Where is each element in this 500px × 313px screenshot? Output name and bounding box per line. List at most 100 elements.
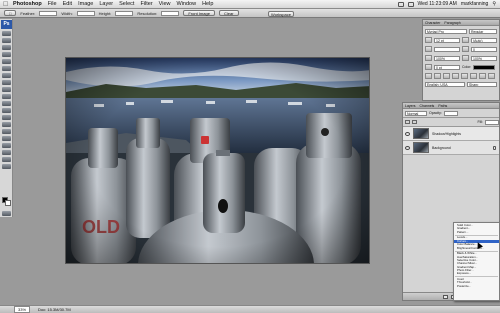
dodge-tool-icon[interactable] [2, 121, 11, 127]
healing-tool-icon[interactable] [2, 72, 11, 78]
battery-icon[interactable] [397, 1, 404, 7]
hand-tool-icon[interactable] [2, 156, 11, 162]
height-input[interactable] [115, 10, 134, 16]
opacity-input[interactable] [443, 110, 458, 116]
clone-stamp-tool-icon[interactable] [2, 86, 11, 92]
all-caps-icon[interactable] [443, 73, 450, 79]
font-family-select[interactable]: Myriad Pro [425, 29, 467, 34]
adjustment-layer-menu: Solid Color... Gradient... Pattern... Level… [453, 222, 500, 301]
faux-italic-icon[interactable] [434, 73, 441, 79]
history-brush-tool-icon[interactable] [2, 93, 11, 99]
anti-alias-select[interactable]: Sharp [467, 82, 497, 87]
text-color-swatch[interactable] [473, 64, 496, 70]
menu-image[interactable]: Image [78, 1, 93, 7]
small-caps-icon[interactable] [452, 73, 459, 79]
crop-tool-icon[interactable] [2, 58, 11, 64]
gradient-tool-icon[interactable] [2, 107, 11, 113]
menu-extras: Wed 11:23:09 AM markfanning ⚲ [397, 1, 496, 7]
menu-app-name[interactable]: Photoshop [13, 1, 42, 7]
background-color-swatch[interactable] [5, 200, 11, 206]
leading-input[interactable]: (Auto) [471, 37, 497, 43]
lasso-tool-icon[interactable] [2, 44, 11, 50]
superscript-icon[interactable] [461, 73, 468, 79]
resolution-input[interactable] [161, 10, 180, 16]
language-select[interactable]: English: USA [425, 82, 465, 87]
layer-name[interactable]: Background [432, 146, 451, 150]
menu-window[interactable]: Window [177, 1, 197, 7]
height-label: Height: [98, 10, 112, 16]
spotlight-icon[interactable]: ⚲ [492, 1, 496, 7]
strikethrough-icon[interactable] [488, 73, 495, 79]
document-canvas[interactable]: OLD [65, 57, 370, 264]
layer-lock-controls: Fill: [403, 118, 499, 127]
marquee-tool-icon[interactable] [2, 37, 11, 43]
menu-layer[interactable]: Layer [99, 1, 113, 7]
horizontal-scale-input[interactable]: 100% [471, 55, 497, 61]
adjustment-menu-item[interactable]: Pattern... [454, 230, 499, 234]
tracking-input[interactable]: 0 [471, 46, 497, 52]
quick-select-tool-icon[interactable] [2, 51, 11, 57]
shape-tool-icon[interactable] [2, 149, 11, 155]
horizontal-scale-icon [462, 55, 469, 61]
menu-help[interactable]: Help [202, 1, 213, 7]
menu-user[interactable]: markfanning [461, 1, 489, 7]
link-layers-icon[interactable] [443, 294, 448, 299]
pen-tool-icon[interactable] [2, 128, 11, 134]
layer-row[interactable]: Shadow/Highlights [403, 127, 499, 141]
tool-preset-button[interactable]: □ [4, 10, 17, 16]
opacity-label: Opacity: [429, 111, 442, 115]
zoom-level[interactable]: 33% [14, 306, 31, 313]
blend-mode-select[interactable]: Normal [405, 110, 427, 116]
feather-input[interactable] [39, 10, 58, 16]
layer-name[interactable]: Shadow/Highlights [432, 132, 461, 136]
photo-image: OLD [66, 58, 369, 263]
quick-mask-icon[interactable] [2, 210, 11, 216]
eye-icon[interactable] [405, 131, 410, 136]
eyedropper-tool-icon[interactable] [2, 65, 11, 71]
eraser-tool-icon[interactable] [2, 100, 11, 106]
baseline-shift-icon [425, 64, 432, 70]
path-select-tool-icon[interactable] [2, 142, 11, 148]
blur-tool-icon[interactable] [2, 114, 11, 120]
move-tool-icon[interactable] [2, 30, 11, 36]
menu-file[interactable]: File [48, 1, 57, 7]
resolution-label: Resolution: [137, 10, 158, 16]
adjustment-menu-item[interactable]: Posterize... [454, 284, 499, 288]
workspace-dropdown[interactable]: Workspace [268, 10, 294, 17]
underline-icon[interactable] [479, 73, 486, 79]
volume-icon[interactable] [407, 1, 414, 7]
lock-transparency-icon[interactable] [405, 120, 410, 124]
menu-filter[interactable]: Filter [140, 1, 152, 7]
font-style-select[interactable]: Regular [469, 29, 497, 34]
width-input[interactable] [76, 10, 95, 16]
status-bar: 33% Doc: 15.3M/30.7M [0, 305, 500, 313]
font-size-input[interactable]: 12 pt [434, 37, 460, 43]
baseline-shift-input[interactable]: 0 pt [434, 64, 460, 70]
tab-channels[interactable]: Channels [420, 103, 435, 108]
vertical-scale-input[interactable]: 100% [434, 55, 460, 61]
adjustment-menu-item[interactable]: Exposure... [454, 272, 499, 276]
menu-select[interactable]: Select [119, 1, 134, 7]
fill-input[interactable] [485, 119, 499, 125]
lock-icon [493, 145, 496, 150]
clear-button[interactable]: Clear [218, 10, 239, 16]
apple-menu-icon[interactable]:  [3, 1, 13, 8]
eye-icon[interactable] [405, 145, 410, 150]
subscript-icon[interactable] [470, 73, 477, 79]
tab-layers[interactable]: Layers [405, 103, 416, 108]
kerning-input[interactable] [434, 46, 460, 52]
tab-paragraph[interactable]: Paragraph [444, 20, 460, 25]
menu-view[interactable]: View [159, 1, 171, 7]
tab-paths[interactable]: Paths [438, 103, 447, 108]
lock-pixels-icon[interactable] [412, 120, 417, 124]
brush-tool-icon[interactable] [2, 79, 11, 85]
menu-clock[interactable]: Wed 11:23:09 AM [418, 1, 457, 7]
layer-row[interactable]: Background [403, 141, 499, 155]
menu-edit[interactable]: Edit [63, 1, 72, 7]
front-image-button[interactable]: Front Image [183, 10, 215, 16]
zoom-tool-icon[interactable] [2, 163, 11, 169]
tab-character[interactable]: Character [425, 20, 440, 25]
faux-bold-icon[interactable] [425, 73, 432, 79]
type-tool-icon[interactable] [2, 135, 11, 141]
menu-bar:  Photoshop File Edit Image Layer Select… [0, 0, 500, 9]
